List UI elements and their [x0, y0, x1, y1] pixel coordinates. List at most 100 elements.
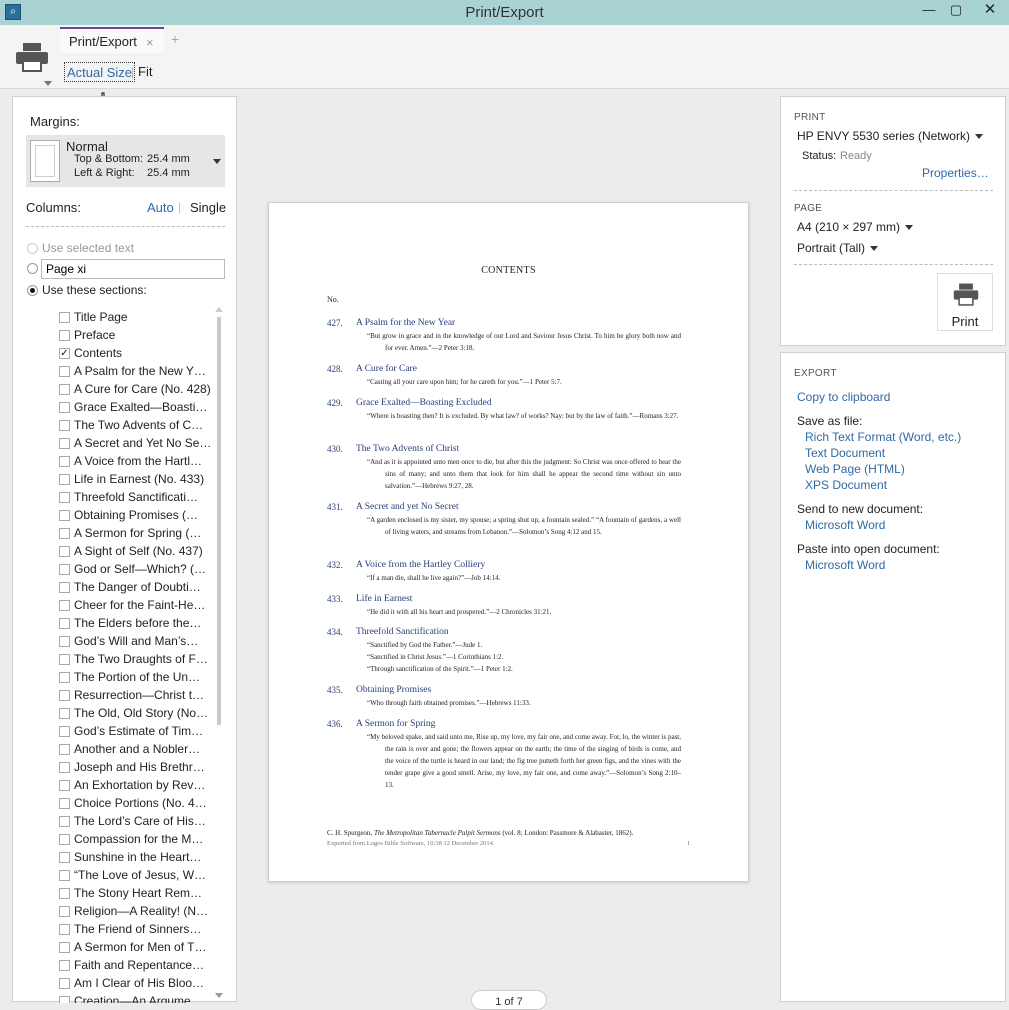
section-checkbox[interactable] — [59, 546, 70, 557]
printer-menu-button[interactable] — [8, 33, 56, 86]
save-text-link[interactable]: Text Document — [805, 446, 885, 460]
section-item[interactable]: Am I Clear of His Bloo… — [53, 975, 211, 993]
section-checkbox[interactable] — [59, 402, 70, 413]
scrollbar-thumb[interactable] — [217, 317, 221, 725]
section-checkbox[interactable] — [59, 564, 70, 575]
margins-dropdown[interactable]: Normal Top & Bottom: 25.4 mm Left & Righ… — [26, 135, 225, 187]
section-checkbox[interactable] — [59, 438, 70, 449]
section-checkbox[interactable] — [59, 618, 70, 629]
section-item[interactable]: Cheer for the Faint-He… — [53, 597, 211, 615]
columns-single-button[interactable]: Single — [190, 200, 226, 215]
section-checkbox[interactable] — [59, 366, 70, 377]
page-range-input[interactable] — [41, 259, 225, 279]
section-item[interactable]: The Friend of Sinners… — [53, 921, 211, 939]
section-checkbox[interactable] — [59, 582, 70, 593]
section-checkbox[interactable] — [59, 708, 70, 719]
save-rtf-link[interactable]: Rich Text Format (Word, etc.) — [805, 430, 961, 444]
section-item[interactable]: Sunshine in the Heart… — [53, 849, 211, 867]
section-checkbox[interactable]: ✓ — [59, 348, 70, 359]
sections-scrollbar[interactable] — [215, 307, 223, 1003]
section-checkbox[interactable] — [59, 456, 70, 467]
entry-title-link[interactable]: A Voice from the Hartley Colliery — [356, 560, 485, 570]
section-item[interactable]: Religion—A Reality! (N… — [53, 903, 211, 921]
section-checkbox[interactable] — [59, 906, 70, 917]
section-checkbox[interactable] — [59, 600, 70, 611]
scroll-down-icon[interactable] — [215, 993, 223, 998]
section-item[interactable]: “The Love of Jesus, W… — [53, 867, 211, 885]
section-checkbox[interactable] — [59, 870, 70, 881]
page-range-radio[interactable] — [27, 263, 38, 274]
section-item[interactable]: The Danger of Doubti… — [53, 579, 211, 597]
section-item[interactable]: The Elders before the… — [53, 615, 211, 633]
page-navigator[interactable]: 1 of 7 — [471, 990, 547, 1010]
section-item[interactable]: ✓ Contents — [53, 345, 211, 363]
section-item[interactable]: Title Page — [53, 309, 211, 327]
properties-link[interactable]: Properties… — [922, 166, 989, 180]
section-item[interactable]: The Portion of the Un… — [53, 669, 211, 687]
section-checkbox[interactable] — [59, 816, 70, 827]
section-item[interactable]: The Two Advents of C… — [53, 417, 211, 435]
entry-title-link[interactable]: Threefold Sanctification — [356, 627, 449, 637]
section-checkbox[interactable] — [59, 636, 70, 647]
section-checkbox[interactable] — [59, 852, 70, 863]
section-checkbox[interactable] — [59, 528, 70, 539]
copy-to-clipboard-link[interactable]: Copy to clipboard — [797, 390, 890, 404]
section-item[interactable]: The Two Draughts of F… — [53, 651, 211, 669]
section-checkbox[interactable] — [59, 888, 70, 899]
section-item[interactable]: A Sermon for Spring (… — [53, 525, 211, 543]
chevron-down-icon[interactable] — [213, 159, 221, 164]
section-checkbox[interactable] — [59, 924, 70, 935]
section-item[interactable]: A Psalm for the New Y… — [53, 363, 211, 381]
entry-title-link[interactable]: Obtaining Promises — [356, 685, 431, 695]
maximize-icon[interactable]: ▢ — [942, 1, 970, 21]
section-item[interactable]: The Stony Heart Rem… — [53, 885, 211, 903]
entry-title-link[interactable]: Life in Earnest — [356, 594, 412, 604]
section-item[interactable]: Threefold Sanctificati… — [53, 489, 211, 507]
close-icon[interactable]: ✕ — [976, 1, 1004, 21]
chevron-down-icon[interactable] — [44, 81, 52, 86]
tab-close-icon[interactable]: × — [146, 35, 154, 50]
actual-size-button[interactable]: Actual Size — [64, 62, 136, 82]
section-checkbox[interactable] — [59, 654, 70, 665]
section-item[interactable]: A Cure for Care (No. 428) — [53, 381, 211, 399]
section-checkbox[interactable] — [59, 744, 70, 755]
printer-select[interactable]: HP ENVY 5530 series (Network) — [797, 129, 983, 143]
section-item[interactable]: Grace Exalted—Boasti… — [53, 399, 211, 417]
section-checkbox[interactable] — [59, 492, 70, 503]
tab-print-export[interactable]: Print/Export × — [60, 27, 164, 53]
save-html-link[interactable]: Web Page (HTML) — [805, 462, 905, 476]
section-checkbox[interactable] — [59, 960, 70, 971]
section-checkbox[interactable] — [59, 312, 70, 323]
section-item[interactable]: Choice Portions (No. 4… — [53, 795, 211, 813]
use-sections-radio[interactable] — [27, 285, 38, 296]
section-item[interactable]: The Lord’s Care of His… — [53, 813, 211, 831]
fit-button[interactable]: Fit — [138, 64, 152, 79]
minimize-icon[interactable]: — — [915, 1, 943, 21]
columns-auto-button[interactable]: Auto — [147, 200, 174, 215]
section-item[interactable]: Obtaining Promises (… — [53, 507, 211, 525]
section-checkbox[interactable] — [59, 330, 70, 341]
section-checkbox[interactable] — [59, 672, 70, 683]
section-item[interactable]: Joseph and His Brethr… — [53, 759, 211, 777]
scroll-up-icon[interactable] — [215, 307, 223, 312]
print-button[interactable]: Print — [937, 273, 993, 331]
entry-title-link[interactable]: A Sermon for Spring — [356, 719, 435, 729]
section-item[interactable]: A Sight of Self (No. 437) — [53, 543, 211, 561]
section-checkbox[interactable] — [59, 942, 70, 953]
section-checkbox[interactable] — [59, 474, 70, 485]
send-word-link[interactable]: Microsoft Word — [805, 518, 885, 532]
section-item[interactable]: Another and a Nobler… — [53, 741, 211, 759]
section-item[interactable]: Compassion for the M… — [53, 831, 211, 849]
section-checkbox[interactable] — [59, 798, 70, 809]
add-tab-icon[interactable]: + — [171, 31, 179, 47]
paste-word-link[interactable]: Microsoft Word — [805, 558, 885, 572]
section-item[interactable]: A Voice from the Hartl… — [53, 453, 211, 471]
section-item[interactable]: Life in Earnest (No. 433) — [53, 471, 211, 489]
entry-title-link[interactable]: A Secret and yet No Secret — [356, 502, 459, 512]
section-item[interactable]: Resurrection—Christ t… — [53, 687, 211, 705]
use-selected-radio[interactable] — [27, 243, 38, 254]
section-item[interactable]: God’s Estimate of Tim… — [53, 723, 211, 741]
entry-title-link[interactable]: A Cure for Care — [356, 364, 417, 374]
section-item[interactable]: Preface — [53, 327, 211, 345]
section-item[interactable]: Faith and Repentance… — [53, 957, 211, 975]
